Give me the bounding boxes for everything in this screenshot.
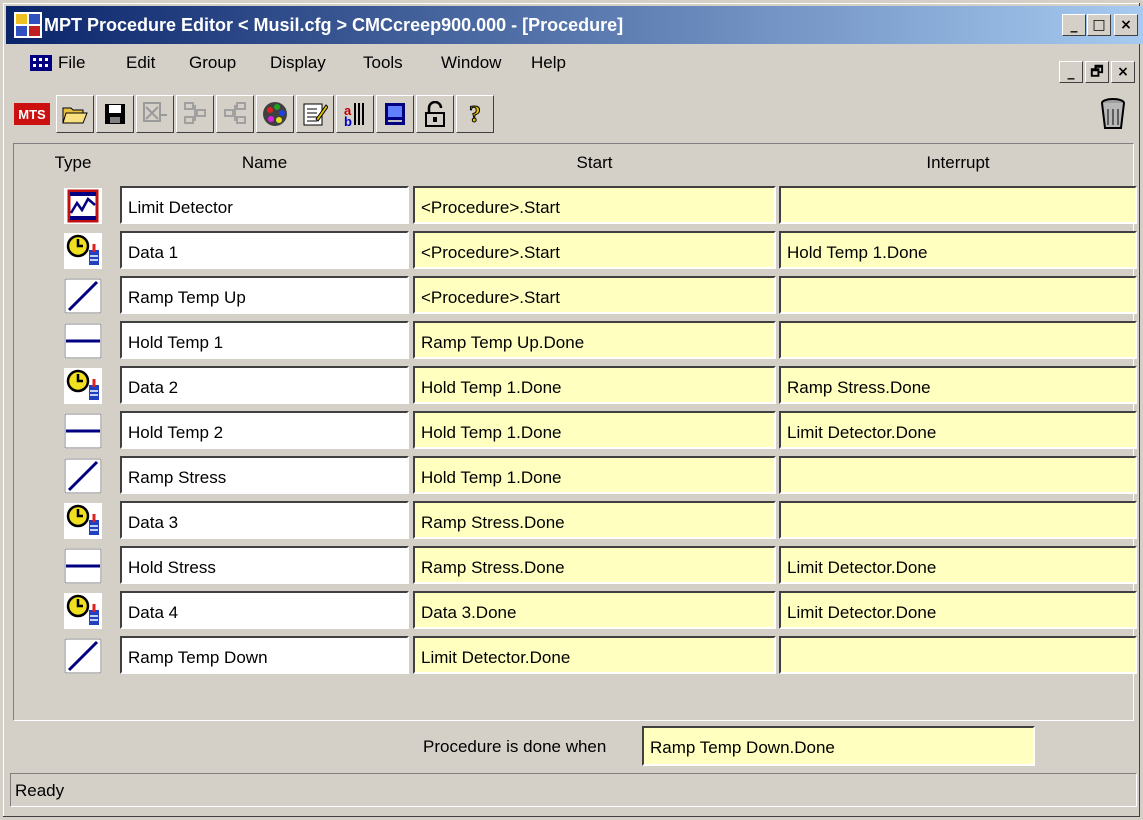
app-icon (14, 12, 42, 38)
row-interrupt-field[interactable] (779, 276, 1137, 314)
row-start-field[interactable]: Limit Detector.Done (413, 636, 776, 674)
status-bar: Ready (10, 773, 1137, 807)
document-menu-icon[interactable] (30, 55, 52, 71)
svg-text:?: ? (469, 102, 481, 127)
close-button[interactable]: × (1114, 14, 1138, 36)
palette-icon[interactable] (256, 95, 294, 133)
column-header-interrupt: Interrupt (926, 153, 990, 172)
menu-tools[interactable]: Tools (363, 53, 403, 73)
column-header-type: Type (54, 153, 92, 172)
main-window: MPT Procedure Editor < Musil.cfg > CMCcr… (0, 0, 1143, 820)
help-icon[interactable]: ? (456, 95, 494, 133)
row-interrupt-field[interactable] (779, 321, 1137, 359)
row-name-field[interactable]: Data 1 (120, 231, 409, 269)
menu-group[interactable]: Group (189, 53, 236, 73)
limit-detector-icon[interactable] (63, 187, 103, 225)
hold-icon[interactable] (63, 322, 103, 360)
row-start-field[interactable]: Hold Temp 1.Done (413, 456, 776, 494)
menu-help[interactable]: Help (531, 53, 566, 73)
row-name-field[interactable]: Ramp Temp Down (120, 636, 409, 674)
row-start-field[interactable]: <Procedure>.Start (413, 276, 776, 314)
ramp-icon[interactable] (63, 637, 103, 675)
row-interrupt-field[interactable]: Limit Detector.Done (779, 411, 1137, 449)
child-minimize-button[interactable]: _ (1059, 61, 1083, 83)
menu-bar: File Edit Group Display Tools Window Hel… (6, 47, 1143, 83)
svg-text:MTS: MTS (18, 107, 46, 122)
row-name-field[interactable]: Data 3 (120, 501, 409, 539)
menu-file[interactable]: File (58, 53, 85, 73)
data-acquisition-icon[interactable] (63, 367, 103, 405)
row-name-field[interactable]: Hold Temp 2 (120, 411, 409, 449)
toolbar: MTS ab ? (6, 92, 1143, 136)
title-bar[interactable]: MPT Procedure Editor < Musil.cfg > CMCcr… (6, 6, 1143, 44)
row-interrupt-field[interactable]: Ramp Stress.Done (779, 366, 1137, 404)
row-interrupt-field[interactable] (779, 456, 1137, 494)
row-interrupt-field[interactable] (779, 501, 1137, 539)
row-start-field[interactable]: <Procedure>.Start (413, 186, 776, 224)
menu-display[interactable]: Display (270, 53, 326, 73)
row-start-field[interactable]: Hold Temp 1.Done (413, 411, 776, 449)
ungroup-icon[interactable] (216, 95, 254, 133)
done-condition-field[interactable]: Ramp Temp Down.Done (642, 726, 1035, 766)
row-start-field[interactable]: Data 3.Done (413, 591, 776, 629)
hold-icon[interactable] (63, 547, 103, 585)
save-icon[interactable] (96, 95, 134, 133)
row-name-field[interactable]: Hold Temp 1 (120, 321, 409, 359)
row-start-field[interactable]: <Procedure>.Start (413, 231, 776, 269)
lock-icon[interactable] (416, 95, 454, 133)
station-icon[interactable] (376, 95, 414, 133)
minimize-button[interactable]: _ (1062, 14, 1086, 36)
child-close-button[interactable]: × (1111, 61, 1135, 83)
row-start-field[interactable]: Ramp Stress.Done (413, 546, 776, 584)
menu-window[interactable]: Window (441, 53, 501, 73)
column-header-start: Start (576, 153, 613, 172)
window-title: MPT Procedure Editor < Musil.cfg > CMCcr… (44, 15, 624, 35)
svg-text:b: b (344, 114, 352, 127)
edit-notes-icon[interactable] (296, 95, 334, 133)
menu-edit[interactable]: Edit (126, 53, 155, 73)
data-acquisition-icon[interactable] (63, 592, 103, 630)
row-start-field[interactable]: Ramp Stress.Done (413, 501, 776, 539)
row-interrupt-field[interactable]: Hold Temp 1.Done (779, 231, 1137, 269)
row-start-field[interactable]: Ramp Temp Up.Done (413, 321, 776, 359)
ramp-icon[interactable] (63, 457, 103, 495)
column-header-name: Name (241, 153, 288, 172)
row-name-field[interactable]: Hold Stress (120, 546, 409, 584)
data-acquisition-icon[interactable] (63, 502, 103, 540)
row-start-field[interactable]: Hold Temp 1.Done (413, 366, 776, 404)
row-interrupt-field[interactable] (779, 636, 1137, 674)
ramp-icon[interactable] (63, 277, 103, 315)
row-interrupt-field[interactable]: Limit Detector.Done (779, 546, 1137, 584)
maximize-button[interactable]: □ (1087, 14, 1111, 36)
row-name-field[interactable]: Data 2 (120, 366, 409, 404)
row-name-field[interactable]: Limit Detector (120, 186, 409, 224)
signals-icon[interactable]: ab (336, 95, 374, 133)
data-acquisition-icon[interactable] (63, 232, 103, 270)
status-text: Ready (15, 781, 65, 800)
trash-icon[interactable] (1091, 95, 1135, 133)
row-interrupt-field[interactable]: Limit Detector.Done (779, 591, 1137, 629)
row-name-field[interactable]: Data 4 (120, 591, 409, 629)
mts-logo-icon[interactable]: MTS (12, 95, 52, 133)
child-restore-button[interactable]: 🗗 (1085, 61, 1109, 83)
row-interrupt-field[interactable] (779, 186, 1137, 224)
hold-icon[interactable] (63, 412, 103, 450)
delete-process-icon[interactable] (136, 95, 174, 133)
done-condition-label: Procedure is done when (423, 737, 607, 756)
row-name-field[interactable]: Ramp Temp Up (120, 276, 409, 314)
row-name-field[interactable]: Ramp Stress (120, 456, 409, 494)
open-folder-icon[interactable] (56, 95, 94, 133)
group-icon[interactable] (176, 95, 214, 133)
